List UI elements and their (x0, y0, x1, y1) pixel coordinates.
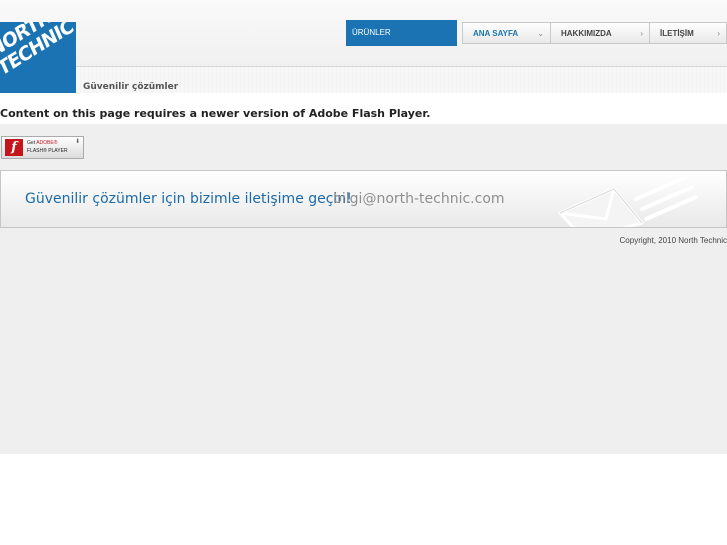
flash-button-line-2: FLASH® PLAYER (27, 148, 68, 154)
contact-email-link[interactable]: bilgi@north-technic.com (333, 191, 505, 207)
nav-item-home[interactable]: ANA SAYFA ⌄ (462, 22, 551, 44)
products-menu-button[interactable]: ÜRÜNLER (346, 20, 457, 46)
flash-get-text: Get (27, 140, 36, 146)
flash-adobe-text: ADOBE® (36, 140, 58, 146)
contact-banner: Güvenilir çözümler için bizimle iletişim… (0, 170, 727, 228)
tagline: Güvenilir çözümler (83, 82, 179, 92)
nav-item-label: HAKKIMIZDA (561, 29, 612, 38)
chevron-right-icon: › (640, 29, 643, 38)
copyright-text: Copyright, 2010 North Technic (619, 236, 727, 245)
nav-item-label: İLETİŞİM (660, 29, 694, 38)
get-flash-player-button[interactable]: f Get ADOBE® FLASH® PLAYER ⬇ (1, 136, 84, 159)
nav-item-about[interactable]: HAKKIMIZDA › (551, 22, 650, 44)
north-technic-logo[interactable]: NORTH TECHNIC (0, 22, 76, 93)
download-arrow-icon: ⬇ (74, 139, 80, 145)
chevron-right-icon: › (717, 29, 720, 38)
main-nav: ANA SAYFA ⌄ HAKKIMIZDA › İLETİŞİM › (462, 22, 727, 44)
flash-required-message: Content on this page requires a newer ve… (0, 107, 431, 120)
flash-button-line-1: Get ADOBE® (27, 140, 57, 146)
page-header: NORTH TECHNIC Güvenilir çözümler ÜRÜNLER… (0, 0, 727, 93)
envelope-icon (558, 177, 698, 227)
chevron-down-icon: ⌄ (537, 29, 544, 38)
flash-icon: f (5, 139, 23, 156)
logo-text: NORTH TECHNIC (0, 22, 76, 81)
nav-item-label: ANA SAYFA (473, 29, 519, 38)
nav-item-contact[interactable]: İLETİŞİM › (650, 22, 727, 44)
contact-banner-text: Güvenilir çözümler için bizimle iletişim… (25, 191, 352, 207)
